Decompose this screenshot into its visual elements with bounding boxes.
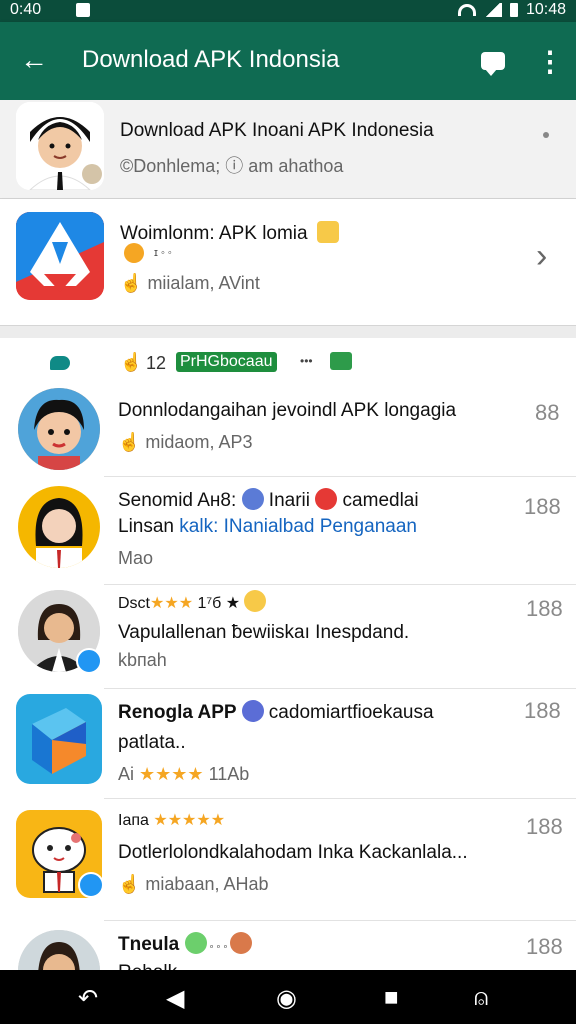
thumb-icon: ☝ — [118, 874, 146, 894]
avatar — [18, 486, 100, 568]
item-title-part: Inarii — [263, 490, 316, 511]
list-item[interactable]: Tneula ◦ ◦ ◦ Rehalk 188 — [0, 922, 576, 970]
app-card-subtitle: miialam, AVint — [147, 273, 260, 293]
item-meta: kbпаh — [118, 650, 167, 670]
emoji-icon — [241, 700, 264, 722]
app-card[interactable]: Woimlonm: APK lomia ɪ ◦ ◦ ☝ miialam, AVi… — [0, 199, 576, 326]
item-count: 188 — [526, 934, 563, 959]
section-header: ☝ 12 PrHGbocaau ••• — [0, 340, 576, 386]
home-circle-icon[interactable]: ◉ — [276, 984, 297, 1013]
app-card-small: ɪ ◦ ◦ — [154, 247, 172, 259]
item-count: 188 — [524, 698, 561, 723]
item-count: 188 — [524, 494, 561, 519]
top-card[interactable]: Download APK Inoani APK Indonesia ©Donhl… — [0, 100, 576, 199]
app-logo-icon — [16, 212, 104, 300]
item-title-part: 1⁷б ★ — [193, 595, 241, 612]
section-gap — [0, 326, 576, 338]
item-title-part: ◦ ◦ ◦ — [206, 941, 231, 953]
item-title: Donnlodangaihan jevoindl APK longagia — [118, 400, 457, 421]
more-options-icon[interactable]: ⋮ — [536, 48, 564, 76]
check-badge-icon — [330, 352, 352, 370]
status-bar: 0:40 10:48 — [0, 0, 576, 22]
list-item[interactable]: Renogla APP cadomiartfioekausa patlata..… — [0, 688, 576, 798]
item-count: 188 — [526, 596, 563, 621]
section-tag[interactable]: PrHGbocaau — [176, 352, 277, 372]
item-title-part: cadomiartfioekausa — [263, 702, 434, 723]
item-count: 88 — [535, 400, 560, 425]
status-time: 0:40 — [10, 1, 42, 18]
item-title: Tneula — [118, 934, 185, 955]
section-dots: ••• — [300, 354, 313, 368]
top-card-avatar — [16, 102, 104, 190]
rating-stars: ★★★★★ — [153, 812, 226, 829]
item-title: Iaпа — [118, 812, 154, 829]
notification-icon — [76, 3, 90, 17]
fire-icon — [124, 243, 144, 263]
recents-square-icon[interactable]: ■ — [384, 984, 399, 1012]
section-count: 12 — [146, 353, 167, 373]
item-meta: midaom, AP3 — [145, 432, 253, 452]
divider — [104, 798, 576, 799]
back-triangle-icon[interactable]: ◀ — [166, 984, 184, 1013]
app-logo-icon — [16, 694, 102, 784]
item-subtitle: Vapulallenan ƀewiiskaı Inespdand. — [118, 622, 410, 643]
item-subtitle: patlata.. — [118, 732, 186, 753]
top-card-title: Download APK Inoani APK Indonesia — [120, 120, 434, 141]
emoji-icon — [316, 221, 339, 243]
verified-badge-icon — [78, 872, 104, 898]
item-meta-prefix: Ai — [118, 764, 140, 784]
account-icon[interactable]: ⍝ — [474, 984, 488, 1012]
rating-stars: ★★★★ — [139, 764, 204, 784]
item-subtitle: Linsan — [118, 516, 180, 537]
top-card-dot — [543, 132, 549, 138]
battery-icon — [509, 3, 518, 17]
page-title: Download APK Indonsia — [82, 46, 340, 73]
system-nav-bar: ↶ ◀ ◉ ■ ⍝ — [0, 970, 576, 1024]
chevron-right-icon[interactable]: › — [536, 237, 547, 276]
emoji-icon — [184, 932, 207, 954]
status-clock: 10:48 — [525, 1, 566, 18]
avatar — [18, 388, 100, 470]
divider — [104, 476, 576, 477]
divider — [104, 920, 576, 921]
item-meta: miabaan, AHab — [145, 874, 269, 894]
item-count: 188 — [526, 814, 563, 839]
chat-bubble-icon — [50, 356, 70, 370]
rotate-back-icon[interactable]: ↶ — [78, 984, 98, 1013]
app-card-title: Woimlonm: APK lomia — [120, 223, 308, 244]
app-bar: ← Download APK Indonsia ⋮ — [0, 22, 576, 100]
top-card-subtitle: ©Donhlema; ⓘ am ahathoa — [120, 156, 344, 176]
item-title-part: camedlai — [337, 490, 419, 511]
list-item[interactable]: Iaпа ★★★★★ Dotlerlolondkalahodam Inka Ka… — [0, 800, 576, 920]
list-item[interactable]: Donnlodangaihan jevoindl APK longagia ☝ … — [0, 386, 576, 480]
thumb-icon: ☝ — [118, 432, 146, 452]
item-subtitle: Rehalk — [118, 962, 177, 970]
item-title: Senomid Aн8: — [118, 490, 242, 511]
emoji-icon — [230, 932, 253, 954]
item-meta: 11Ab — [203, 764, 250, 784]
signal-icon — [483, 3, 502, 17]
item-link[interactable]: kalk: INanialbad Penganaan — [179, 516, 417, 537]
verified-badge-icon — [76, 648, 102, 674]
item-title: Dsct — [118, 595, 150, 612]
list-item[interactable]: Dsct★★★ 1⁷б ★ Vapulallenan ƀewiiskaı Ine… — [0, 584, 576, 688]
item-meta: Mao — [118, 548, 154, 568]
thumb-icon: ☝ — [120, 352, 143, 372]
back-arrow-icon[interactable]: ← — [20, 46, 48, 74]
chat-icon[interactable] — [481, 52, 505, 76]
emoji-icon — [244, 590, 267, 612]
item-title: Renogla APP — [118, 702, 242, 723]
emoji-icon — [241, 488, 264, 510]
item-subtitle: Dotlerlolondkalahodam Inka Kackanlala... — [118, 842, 468, 863]
thumb-icon: ☝ — [120, 273, 143, 293]
list-item[interactable]: Senomid Aн8: Inarii camedlai Linsan kalk… — [0, 480, 576, 584]
emoji-icon — [315, 488, 338, 510]
rating-stars: ★★★ — [150, 595, 194, 612]
avatar — [18, 930, 100, 970]
wifi-icon — [457, 4, 476, 16]
